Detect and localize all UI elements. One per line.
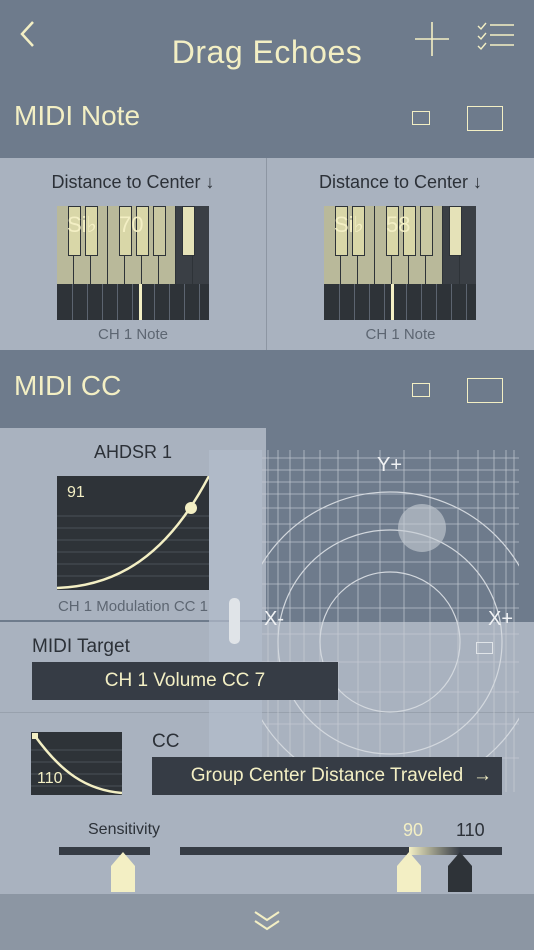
x-minus-label: X- bbox=[264, 608, 284, 630]
xy-grid bbox=[262, 450, 519, 792]
cc-source-label: Group Center Distance Traveled bbox=[190, 765, 464, 786]
cc-source-select[interactable]: Group Center Distance Traveled → bbox=[152, 757, 502, 795]
note-panel-1[interactable]: Distance to Center ↓ Si♭ 70 CH 1 Note bbox=[0, 158, 266, 350]
large-view-button[interactable] bbox=[467, 106, 503, 131]
sort-label: Distance to Center ↓ bbox=[318, 172, 483, 192]
expand-button[interactable] bbox=[252, 908, 282, 934]
cc-curve[interactable]: 110 bbox=[31, 732, 123, 795]
midi-note-title: MIDI Note bbox=[14, 100, 141, 131]
checklist-button[interactable] bbox=[476, 20, 516, 52]
large-view-button[interactable] bbox=[467, 378, 503, 403]
plus-icon bbox=[415, 22, 449, 56]
cc-curve-value: 110 bbox=[37, 770, 63, 787]
xy-pad[interactable]: Y+ Y- X- X+ bbox=[262, 450, 519, 792]
note-caption: CH 1 Note bbox=[365, 326, 436, 343]
y-plus-label: Y+ bbox=[377, 454, 403, 476]
note-value: 70 bbox=[119, 212, 144, 237]
x-plus-label: X+ bbox=[488, 608, 514, 630]
small-view-button[interactable] bbox=[412, 383, 430, 397]
midi-cc-title: MIDI CC bbox=[14, 370, 122, 401]
sort-label: Distance to Center ↓ bbox=[51, 172, 215, 192]
range-low-value: 90 bbox=[403, 820, 424, 840]
pad-drag-handle[interactable] bbox=[209, 450, 262, 792]
midi-target-label: MIDI Target bbox=[32, 636, 130, 657]
add-button[interactable] bbox=[413, 20, 451, 58]
page-title: Drag Echoes bbox=[171, 34, 363, 70]
range-high-value: 110 bbox=[456, 820, 485, 840]
xy-pad-small-rect-icon bbox=[476, 642, 493, 654]
sensitivity-label: Sensitivity bbox=[88, 821, 161, 838]
checklist-icon bbox=[477, 22, 514, 51]
note-name: Si♭ bbox=[334, 212, 364, 237]
note-caption: CH 1 Note bbox=[97, 326, 169, 343]
piano-keyboard[interactable]: Si♭ 70 bbox=[57, 206, 209, 320]
note-value: 58 bbox=[386, 212, 411, 237]
midi-target-select[interactable]: CH 1 Volume CC 7 bbox=[32, 662, 338, 700]
note-name: Si♭ bbox=[67, 212, 97, 237]
handle-grip bbox=[229, 598, 240, 644]
envelope-value: 91 bbox=[67, 484, 85, 501]
envelope-curve[interactable]: 91 bbox=[56, 475, 211, 590]
double-chevron-down-icon bbox=[254, 911, 280, 931]
range-low-thumb[interactable] bbox=[397, 852, 421, 892]
cc-label: CC bbox=[152, 731, 180, 752]
sensitivity-slider[interactable] bbox=[59, 847, 150, 855]
small-view-button[interactable] bbox=[412, 111, 430, 125]
range-high-thumb[interactable] bbox=[448, 852, 472, 892]
sensitivity-thumb[interactable] bbox=[111, 852, 135, 892]
note-panel-2[interactable]: Distance to Center ↓ Si♭ 58 CH 1 Note bbox=[267, 158, 534, 350]
cc-source-arrow: → bbox=[473, 765, 492, 786]
piano-keyboard[interactable]: Si♭ 58 bbox=[324, 206, 476, 320]
